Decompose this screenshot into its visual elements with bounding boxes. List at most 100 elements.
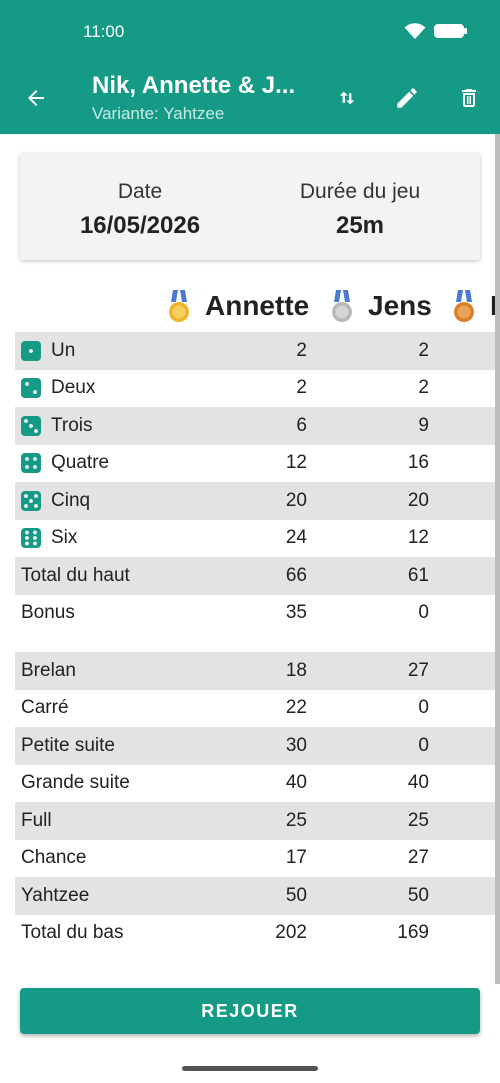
- scrollbar[interactable]: [495, 134, 500, 984]
- table-row: Grande suite 40 40: [15, 765, 500, 803]
- table-row: Quatre 12 16: [15, 445, 500, 483]
- die-one-icon: [21, 340, 41, 361]
- row-label: Chance: [21, 847, 87, 869]
- score-cell: 12: [407, 527, 429, 549]
- row-label: Grande suite: [21, 772, 130, 794]
- score-cell: 40: [407, 772, 429, 794]
- row-label: Petite suite: [21, 734, 115, 756]
- score-cell: 35: [285, 602, 307, 624]
- swap-vertical-icon: [339, 91, 355, 105]
- score-cell: 6: [296, 414, 307, 436]
- table-row: Brelan 18 27: [15, 652, 500, 690]
- date-label: Date: [117, 180, 163, 203]
- row-label: Cinq: [51, 489, 91, 511]
- row-label: Quatre: [51, 452, 110, 474]
- battery-icon: [434, 24, 467, 38]
- date-block: Date 16/05/2026: [40, 180, 240, 240]
- player-name: Jens: [368, 290, 432, 321]
- row-label: Trois: [51, 414, 93, 436]
- home-indicator[interactable]: [182, 1066, 318, 1071]
- delete-button[interactable]: [449, 78, 489, 118]
- back-button[interactable]: [18, 78, 54, 118]
- table-row: Cinq 20 20: [15, 482, 500, 520]
- date-value: 16/05/2026: [79, 212, 201, 239]
- table-row: Total du haut 66 61: [15, 557, 500, 595]
- score-cell: 0: [418, 697, 429, 719]
- score-table: Un 2 2 Deux 2 2 Trois 6 9 Quatre 12 16 C…: [15, 332, 500, 952]
- title-block: Nik, Annette & J... Variante: Yahtzee: [92, 72, 312, 124]
- score-cell: 20: [407, 489, 429, 511]
- score-cell: 17: [285, 847, 307, 869]
- row-label: Yahtzee: [21, 884, 90, 906]
- page-subtitle: Variante: Yahtzee: [92, 104, 225, 123]
- row-label: Total du bas: [21, 922, 124, 944]
- table-row: Six 24 12: [15, 520, 500, 558]
- score-cell: 25: [407, 809, 429, 831]
- page-title: Nik, Annette & J...: [92, 72, 296, 99]
- score-cell: 30: [285, 734, 307, 756]
- gold-medal-icon: [169, 290, 189, 322]
- bronze-medal-icon: [454, 290, 474, 322]
- score-cell: 50: [285, 884, 307, 906]
- score-cell: 25: [285, 809, 307, 831]
- table-row: Total du bas 202 169 1: [15, 915, 500, 953]
- status-time: 11:00: [83, 22, 125, 41]
- app-bar: Nik, Annette & J... Variante: Yahtzee: [0, 66, 500, 134]
- score-cell: 24: [285, 527, 307, 549]
- table-row: Full 25 25: [15, 802, 500, 840]
- table-row: Chance 17 27: [15, 840, 500, 878]
- duration-block: Durée du jeu 25m: [260, 180, 460, 240]
- die-four-icon: [21, 453, 41, 474]
- score-cell: 20: [285, 489, 307, 511]
- replay-button[interactable]: REJOUER: [20, 988, 480, 1034]
- row-label: Un: [51, 339, 76, 361]
- score-cell: 66: [285, 564, 307, 586]
- row-label: Carré: [21, 697, 69, 719]
- score-cell: 27: [407, 659, 429, 681]
- table-row: Carré 22 0: [15, 690, 500, 728]
- duration-value: 25m: [335, 212, 385, 239]
- player-name: Annette: [205, 290, 310, 321]
- table-row: Yahtzee 50 50: [15, 877, 500, 915]
- die-five-icon: [21, 490, 41, 511]
- sort-button[interactable]: [327, 78, 367, 118]
- score-cell: 2: [296, 377, 307, 399]
- score-cell: 50: [407, 884, 429, 906]
- score-cell: 2: [296, 339, 307, 361]
- edit-button[interactable]: [387, 78, 427, 118]
- status-icons: [404, 22, 467, 40]
- row-label: Bonus: [21, 602, 75, 624]
- row-label: Six: [51, 527, 78, 549]
- score-cell: 12: [285, 452, 307, 474]
- game-info-card: Date 16/05/2026 Durée du jeu 25m: [20, 154, 480, 260]
- table-row: Un 2 2: [15, 332, 500, 370]
- score-cell: 18: [285, 659, 307, 681]
- row-label: Total du haut: [21, 564, 130, 586]
- table-row: Petite suite 30 0: [15, 727, 500, 765]
- score-cell: 169: [397, 922, 429, 944]
- wifi-icon: [404, 23, 426, 39]
- row-label: Full: [21, 809, 52, 831]
- player-header: Annette Jens N: [0, 288, 500, 328]
- score-cell: 0: [418, 602, 429, 624]
- scoreboard-content[interactable]: Date 16/05/2026 Durée du jeu 25m Annette…: [0, 134, 500, 1027]
- score-cell: 0: [418, 734, 429, 756]
- die-two-icon: [21, 378, 41, 399]
- arrow-back-icon: [28, 90, 44, 106]
- pencil-icon: [397, 88, 417, 108]
- table-row: Deux 2 2: [15, 370, 500, 408]
- score-cell: 22: [285, 697, 307, 719]
- score-cell: 2: [418, 339, 429, 361]
- row-label: Brelan: [21, 659, 76, 681]
- score-cell: 9: [418, 414, 429, 436]
- silver-medal-icon: [332, 290, 352, 322]
- table-row: Trois 6 9: [15, 407, 500, 445]
- status-bar: 11:00: [0, 0, 500, 66]
- trash-icon: [462, 89, 476, 107]
- score-cell: 61: [407, 564, 429, 586]
- table-row: Bonus 35 0: [15, 595, 500, 633]
- duration-label: Durée du jeu: [299, 180, 421, 203]
- score-cell: 2: [418, 377, 429, 399]
- score-cell: 27: [407, 847, 429, 869]
